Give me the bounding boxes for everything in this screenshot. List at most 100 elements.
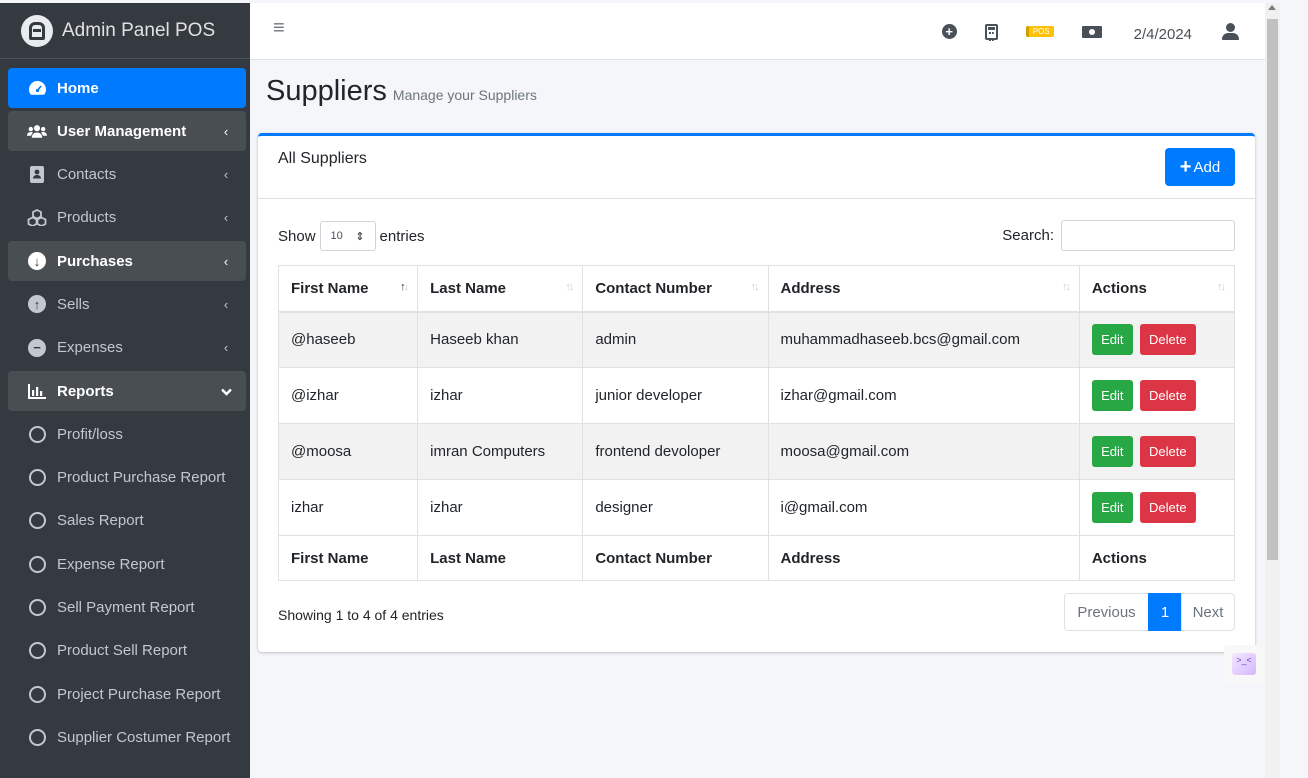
sort-icon: ↑↓	[750, 281, 760, 293]
menu-toggle-icon[interactable]: ≡	[273, 17, 285, 40]
table-row: izhar izhar designer i@gmail.com Edit Del…	[277, 479, 1236, 536]
sidebar-item-label: Project Purchase Report	[57, 685, 221, 703]
sidebar-item-label: Contacts	[57, 166, 117, 184]
add-supplier-button[interactable]: + Add	[1165, 148, 1235, 186]
footer-last-name: Last Name	[417, 535, 584, 581]
cell-first-name: @izhar	[277, 367, 419, 424]
sidebar-item-label: Expense Report	[57, 555, 165, 573]
sidebar-item-label: Profit/loss	[57, 425, 123, 443]
footer-address: Address	[767, 535, 1080, 581]
sidebar-item-expense-report[interactable]: Expense Report	[8, 544, 246, 584]
search-input[interactable]	[1061, 220, 1235, 251]
cell-last-name: imran Computers	[417, 423, 584, 480]
suppliers-table: First Name ↑↓ Last Name ↑↓ Contact Number ↑…	[277, 265, 1236, 581]
previous-page-button[interactable]: Previous	[1064, 593, 1149, 631]
chevron-down-icon	[220, 384, 232, 399]
search-box: Search:	[1002, 220, 1235, 251]
cell-last-name: izhar	[417, 367, 584, 424]
column-header-actions[interactable]: Actions ↑↓	[1078, 265, 1236, 313]
sidebar-item-label: Product Sell Report	[57, 642, 188, 660]
add-button-label: Add	[1193, 158, 1221, 176]
suppliers-card: All Suppliers + Add Show 10 ⇕ entries Se…	[258, 133, 1255, 652]
logo-icon	[21, 14, 53, 47]
circle-icon	[27, 684, 47, 704]
sidebar-item-supplier-costumer-report[interactable]: Supplier Costumer Report	[8, 717, 246, 757]
pagination: Previous 1 Next	[1064, 593, 1235, 631]
cell-contact-number: designer	[582, 479, 769, 536]
cell-last-name: Haseeb khan	[417, 311, 584, 368]
sidebar-item-reports[interactable]: Reports	[8, 371, 246, 412]
sidebar-item-home[interactable]: Home	[8, 68, 246, 108]
sidebar-item-expenses[interactable]: − Expenses ‹	[8, 328, 246, 368]
sidebar-nav: Home User Management ‹ Contacts ‹ Produc…	[0, 59, 250, 757]
sidebar-item-project-purchase-report[interactable]: Project Purchase Report	[8, 674, 246, 714]
sidebar-item-product-purchase-report[interactable]: Product Purchase Report	[8, 458, 246, 498]
user-icon[interactable]	[1222, 22, 1240, 41]
arrow-up-circle-icon: ↑	[27, 294, 47, 314]
edit-button[interactable]: Edit	[1091, 380, 1133, 411]
sidebar-item-purchases[interactable]: ↓ Purchases ‹	[8, 241, 246, 282]
chevron-left-icon: ‹	[223, 123, 229, 139]
delete-button[interactable]: Delete	[1139, 324, 1196, 356]
footer-contact-number: Contact Number	[582, 535, 769, 581]
column-header-contact-number[interactable]: Contact Number ↑↓	[582, 265, 769, 313]
cell-address: muhammadhaseeb.bcs@gmail.com	[767, 311, 1080, 368]
cell-contact-number: frontend devoloper	[582, 423, 769, 480]
entries-select[interactable]: 10 ⇕	[319, 221, 376, 251]
users-icon	[27, 121, 47, 141]
sidebar-item-label: Purchases	[57, 252, 133, 270]
vertical-scrollbar[interactable]	[1265, 3, 1280, 778]
money-icon[interactable]	[1081, 25, 1102, 38]
circle-icon	[27, 468, 47, 488]
table-row: @izhar izhar junior developer izhar@gmai…	[277, 367, 1236, 424]
edit-button[interactable]: Edit	[1091, 436, 1133, 467]
minus-circle-icon: −	[27, 338, 47, 358]
chevron-left-icon: ‹	[223, 253, 229, 269]
sidebar-item-contacts[interactable]: Contacts ‹	[8, 155, 246, 195]
cell-actions: Edit Delete	[1078, 311, 1236, 368]
cell-address: moosa@gmail.com	[767, 423, 1080, 480]
sidebar-item-sells[interactable]: ↑ Sells ‹	[8, 284, 246, 324]
table-controls: Show 10 ⇕ entries Search:	[278, 218, 1235, 251]
delete-button[interactable]: Delete	[1139, 380, 1196, 411]
sidebar-item-user-management[interactable]: User Management ‹	[8, 111, 246, 152]
chevron-left-icon: ‹	[223, 210, 229, 226]
edit-button[interactable]: Edit	[1091, 324, 1133, 356]
column-header-last-name[interactable]: Last Name ↑↓	[417, 265, 584, 313]
calculator-icon[interactable]	[984, 23, 998, 41]
show-label: Show	[278, 227, 316, 245]
column-header-first-name[interactable]: First Name ↑↓	[277, 265, 419, 313]
top-navbar: ≡ + POS 2/4/2024	[250, 3, 1265, 60]
footer-actions: Actions	[1078, 535, 1236, 581]
sort-icon: ↑↓	[1217, 281, 1226, 293]
floating-widget[interactable]: >_<	[1224, 645, 1264, 684]
circle-icon	[27, 424, 47, 444]
page-subtitle: Manage your Suppliers	[392, 87, 537, 103]
chevron-left-icon: ‹	[223, 167, 229, 183]
sidebar-item-label: Product Purchase Report	[57, 469, 226, 487]
next-page-button[interactable]: Next	[1181, 593, 1235, 631]
column-header-address[interactable]: Address ↑↓	[767, 265, 1080, 313]
sidebar-item-sell-payment-report[interactable]: Sell Payment Report	[8, 588, 246, 628]
sidebar-item-profit-loss[interactable]: Profit/loss	[8, 414, 246, 454]
brand-link[interactable]: Admin Panel POS	[0, 3, 250, 59]
pos-icon[interactable]: POS	[1025, 26, 1054, 37]
sort-icon: ↑↓	[1061, 281, 1071, 293]
sidebar-item-label: Reports	[57, 382, 114, 400]
page-1-button[interactable]: 1	[1148, 593, 1182, 631]
table-header-row: First Name ↑↓ Last Name ↑↓ Contact Number ↑…	[277, 265, 1236, 313]
sidebar-item-sales-report[interactable]: Sales Report	[8, 501, 246, 541]
sidebar-item-product-sell-report[interactable]: Product Sell Report	[8, 631, 246, 671]
page-header: Suppliers Manage your Suppliers	[266, 75, 537, 108]
card-title: All Suppliers	[278, 150, 367, 167]
add-circle-icon[interactable]: +	[941, 24, 957, 39]
sidebar-item-products[interactable]: Products ‹	[8, 198, 246, 238]
delete-button[interactable]: Delete	[1139, 492, 1196, 523]
card-header: All Suppliers + Add	[258, 136, 1255, 199]
edit-button[interactable]: Edit	[1091, 492, 1133, 523]
delete-button[interactable]: Delete	[1139, 436, 1196, 467]
chevron-left-icon: ‹	[223, 296, 229, 312]
scroll-up-icon[interactable]	[1268, 5, 1276, 10]
terminal-icon: >_<	[1232, 653, 1256, 675]
scrollbar-thumb[interactable]	[1267, 19, 1278, 560]
